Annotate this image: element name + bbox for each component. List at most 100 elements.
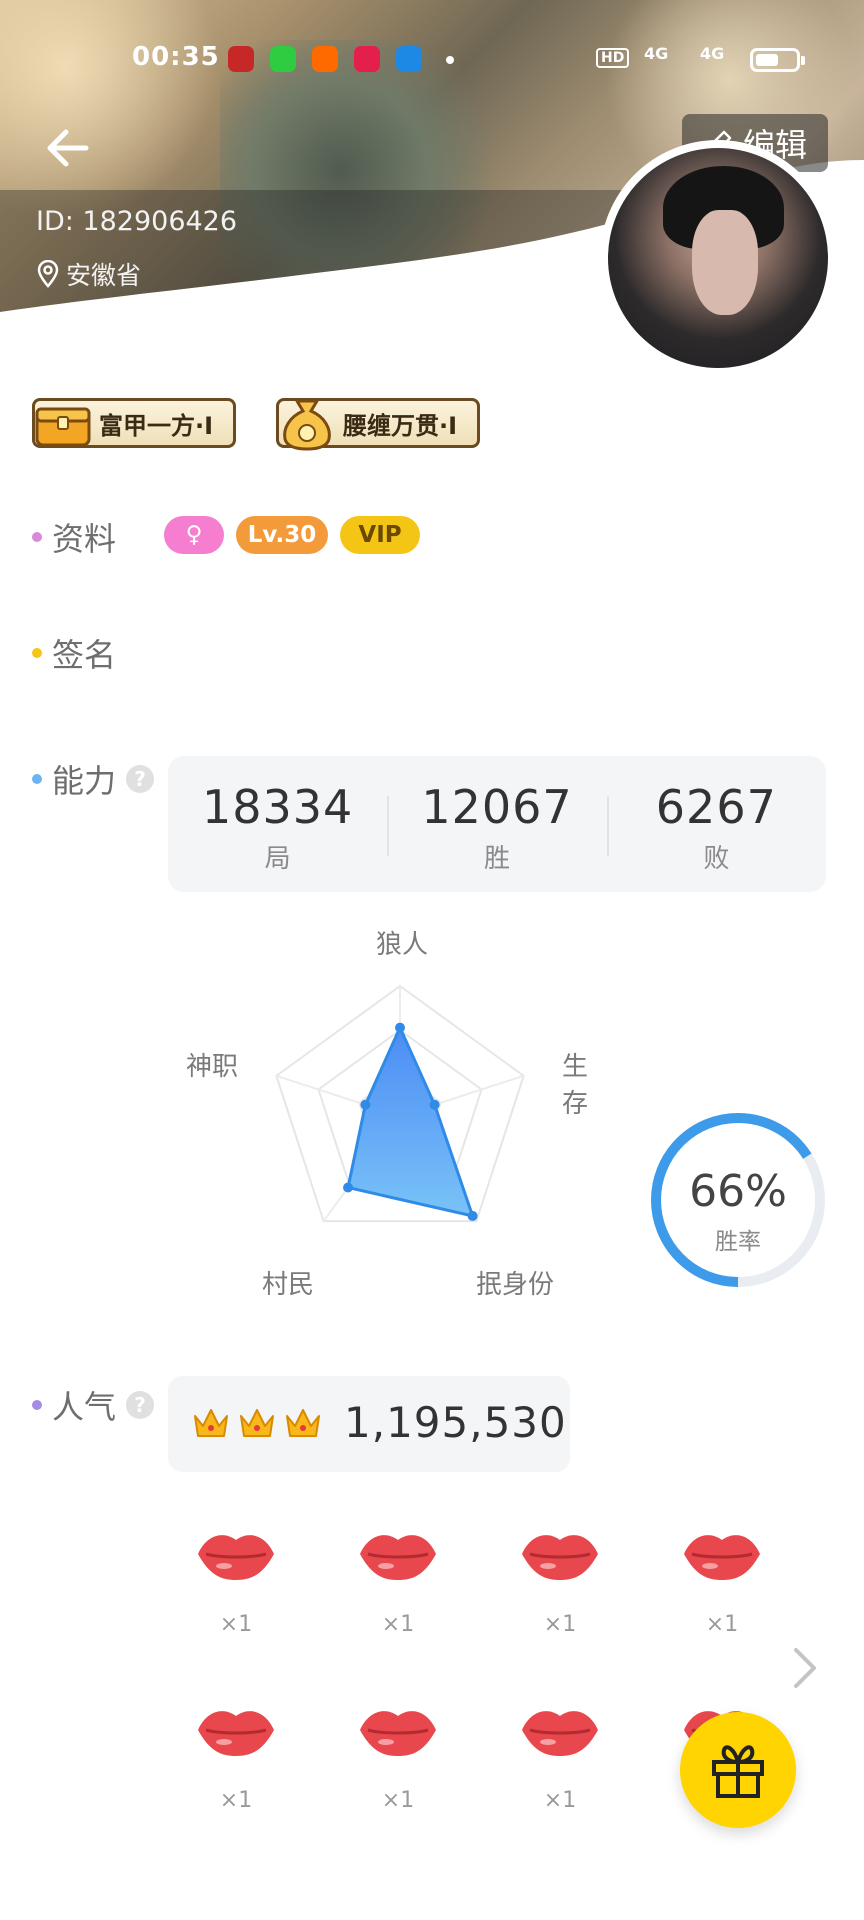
app-notification-icon: [270, 46, 296, 72]
gift-kiss[interactable]: ×1: [520, 1704, 600, 1813]
level-tag-label: Lv.30: [247, 522, 317, 548]
popularity-box: 1,195,530: [168, 1376, 570, 1472]
section-signature: 签名: [32, 630, 116, 676]
avatar[interactable]: [600, 140, 836, 376]
lips-icon: [360, 1711, 436, 1756]
stat-losses: 6267 败: [606, 756, 826, 892]
radar-svg: [275, 984, 525, 1223]
lips-icon: [198, 1535, 274, 1580]
gift-count: ×1: [543, 1612, 577, 1637]
gift-box-icon: [712, 1745, 764, 1798]
lips-icon: [522, 1535, 598, 1580]
gift-kiss[interactable]: ×1: [358, 1704, 438, 1813]
stat-label: 胜: [483, 844, 510, 874]
section-ability-label: 能力: [52, 762, 117, 800]
stat-wins: 12067 胜: [387, 756, 606, 892]
radar-area: [346, 1023, 475, 1218]
radar-axis-label: 生存: [562, 1052, 589, 1119]
avatar-image: [608, 148, 828, 368]
gift-kiss[interactable]: ×1: [196, 1528, 276, 1637]
section-dot: [32, 774, 42, 784]
app-notification-icon: [396, 46, 422, 72]
network-4g-indicator: 4G: [700, 44, 725, 63]
gift-count: ×1: [381, 1612, 415, 1637]
vip-tag: VIP: [340, 516, 420, 554]
lips-icon: [522, 1711, 598, 1756]
radar-point: [343, 1182, 354, 1193]
user-id: ID: 182906426: [36, 206, 238, 237]
section-signature-label: 签名: [52, 636, 117, 674]
level-tag: Lv.30: [236, 516, 328, 554]
badge-label: 富甲一方·I: [99, 411, 214, 440]
radar-axis-label: 狼人: [376, 930, 429, 960]
treasure-chest-icon: [35, 407, 91, 447]
stat-games: 18334 局: [168, 756, 387, 892]
section-dot: [32, 532, 42, 542]
gender-tag-label: ♀: [185, 522, 203, 548]
ability-stats: 18334 局 12067 胜 6267 败: [168, 756, 826, 892]
radar-axis-label: 村民: [262, 1270, 315, 1300]
network-4g-indicator: 4G: [644, 44, 669, 63]
location-pin-icon: [37, 260, 59, 288]
stat-label: 局: [264, 844, 291, 874]
app-notification-icon: [228, 46, 254, 72]
radar-axis-label: 神职: [186, 1052, 239, 1082]
crown-icon: [240, 1409, 274, 1437]
help-icon[interactable]: ?: [126, 1391, 155, 1419]
gift-kiss[interactable]: ×1: [682, 1528, 762, 1637]
gift-count: ×1: [219, 1788, 253, 1813]
gift-count: ×1: [705, 1612, 739, 1637]
battery-icon: [750, 48, 805, 72]
radar-point: [429, 1099, 440, 1110]
section-profile-label: 资料: [52, 520, 117, 558]
gift-count: ×1: [543, 1788, 577, 1813]
section-dot: [32, 648, 42, 658]
back-arrow-icon[interactable]: [36, 118, 96, 178]
winrate-value: 66%: [689, 1166, 787, 1217]
chevron-right-icon[interactable]: [790, 1646, 820, 1690]
lips-icon: [198, 1711, 274, 1756]
radar-axis-label: 抿身份: [476, 1270, 555, 1300]
gift-kiss[interactable]: ×1: [520, 1528, 600, 1637]
lips-icon: [684, 1535, 760, 1580]
radar-point: [467, 1210, 478, 1221]
badge-label: 腰缠万贯·I: [343, 411, 458, 440]
status-time: 00:35: [132, 42, 220, 72]
radar-point: [395, 1022, 405, 1033]
vip-tag-label: VIP: [358, 522, 402, 548]
lips-icon: [360, 1535, 436, 1580]
more-notifications-dot: [446, 56, 454, 64]
location: 安徽省: [36, 256, 141, 292]
location-text: 安徽省: [66, 261, 142, 290]
section-popularity-label: 人气: [52, 1388, 117, 1426]
radar-point: [360, 1099, 371, 1110]
gift-kiss[interactable]: ×1: [358, 1528, 438, 1637]
section-popularity: 人气 ?: [32, 1382, 155, 1428]
section-dot: [32, 1400, 42, 1410]
gender-tag: ♀: [164, 516, 224, 554]
section-profile: 资料: [32, 514, 116, 560]
stat-value: 18334: [201, 780, 354, 834]
crown-icon: [194, 1409, 228, 1437]
money-bag-icon: [283, 399, 331, 451]
winrate-label: 胜率: [715, 1229, 761, 1255]
gift-count: ×1: [219, 1612, 253, 1637]
stat-value: 12067: [421, 780, 573, 834]
stat-value: 6267: [655, 780, 777, 834]
popularity-value: 1,195,530: [344, 1398, 567, 1447]
stat-label: 败: [703, 844, 730, 874]
app-notification-icon: [312, 46, 338, 72]
status-bar: 00:35 HD 4G 4G: [0, 36, 864, 76]
crown-icon: [286, 1409, 320, 1437]
badge-wealth[interactable]: 富甲一方·I: [32, 398, 237, 448]
winrate-ring: 66% 胜率: [648, 1110, 828, 1290]
send-gift-button[interactable]: [680, 1712, 796, 1828]
gift-kiss[interactable]: ×1: [196, 1704, 276, 1813]
badge-rich[interactable]: 腰缠万贯·I: [276, 398, 481, 451]
hd-indicator: HD: [596, 48, 630, 68]
app-notification-icon: [354, 46, 380, 72]
ability-radar-chart: 狼人 生存 抿身份 村民 神职: [186, 920, 610, 1300]
help-icon[interactable]: ?: [126, 765, 155, 793]
gift-count: ×1: [381, 1788, 415, 1813]
section-ability: 能力 ?: [32, 756, 155, 802]
